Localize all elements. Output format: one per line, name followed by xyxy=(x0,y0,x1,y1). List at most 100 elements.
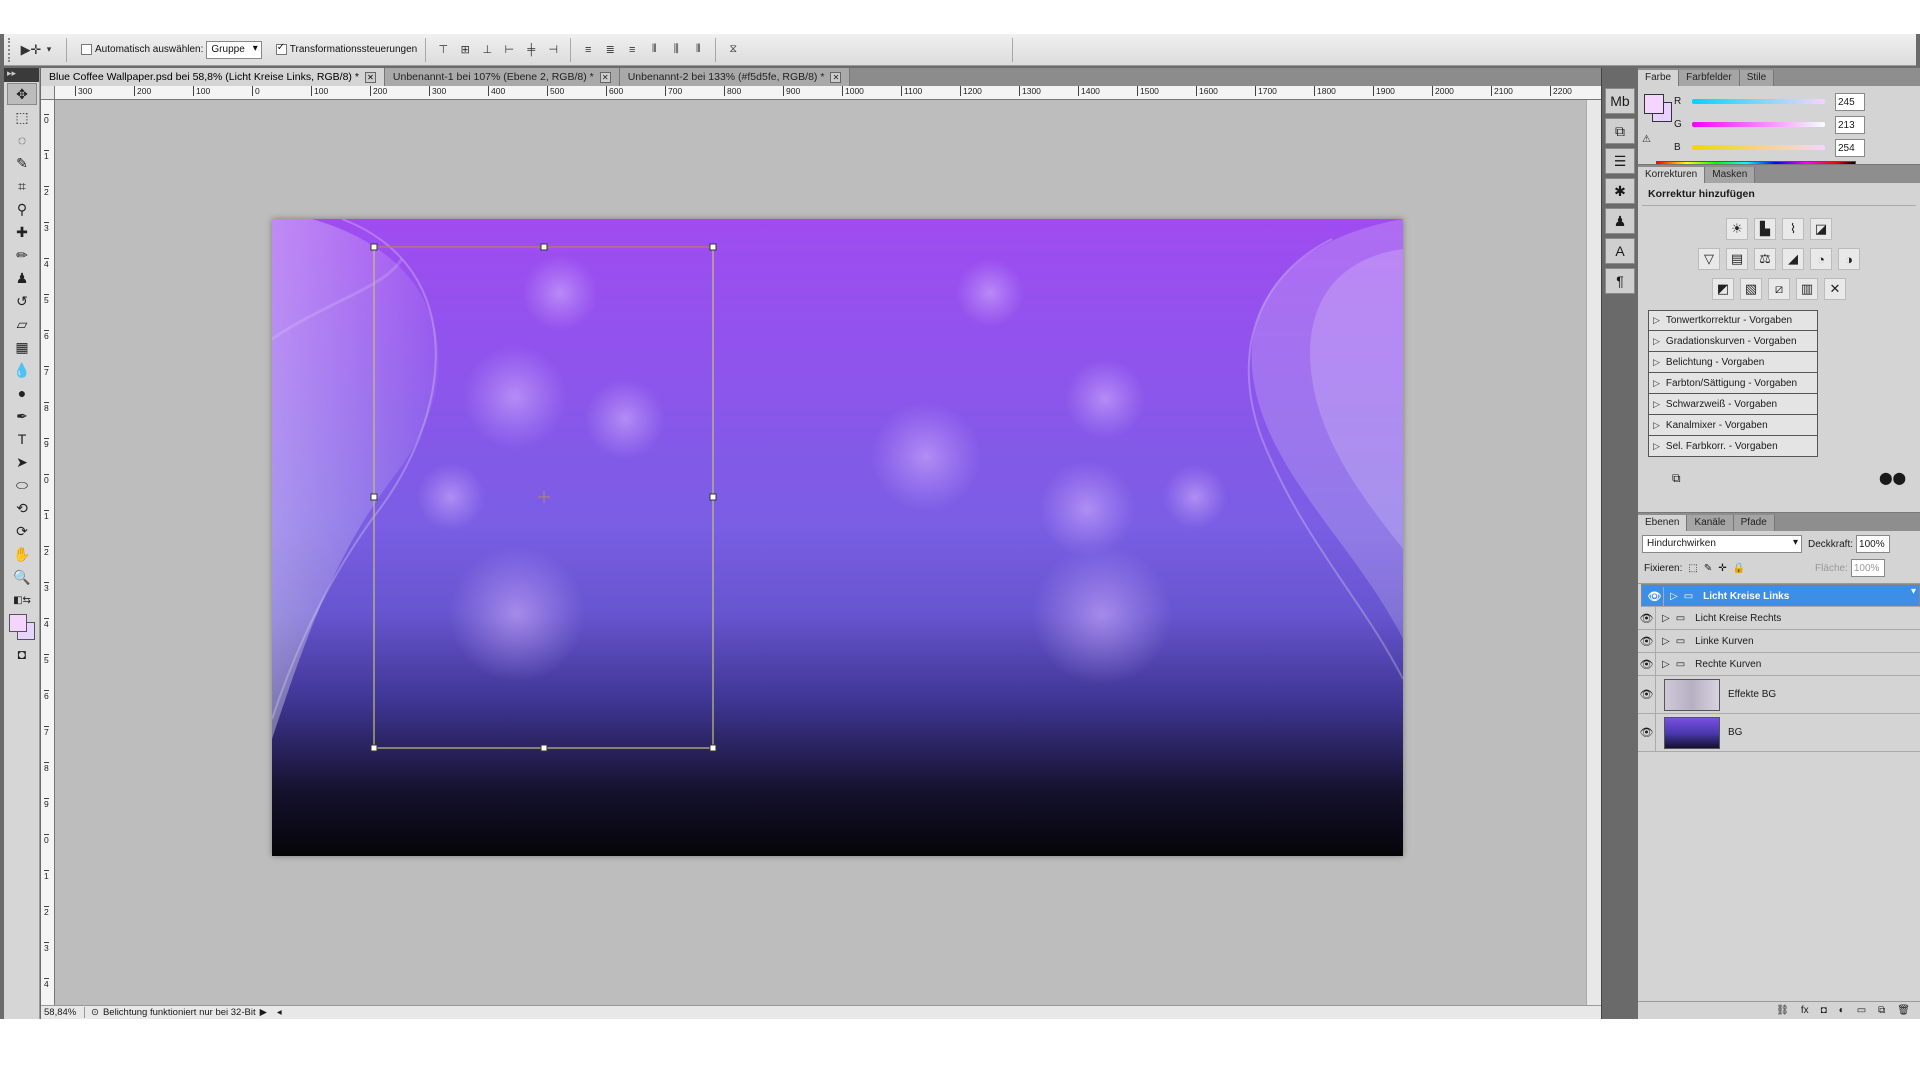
adjustments-sliders-icon[interactable]: ☰ xyxy=(1605,148,1635,174)
layer-row[interactable]: 👁 ▷ ▭ Licht Kreise Rechts xyxy=(1638,607,1920,630)
close-tab-icon[interactable]: ✕ xyxy=(830,71,842,83)
lock-all-icon[interactable]: 🔒 xyxy=(1733,563,1745,574)
preset-item[interactable]: ▷ Gradationskurven - Vorgaben xyxy=(1648,331,1818,352)
expand-triangle-icon[interactable]: ▷ xyxy=(1653,399,1660,410)
expand-triangle-icon[interactable]: ▷ xyxy=(1653,357,1660,368)
layer-style-icon[interactable]: fx xyxy=(1801,1005,1809,1016)
blue-value-input[interactable]: 254 xyxy=(1835,138,1865,157)
layer-row[interactable]: 👁 ▷ ▭ Linke Kurven xyxy=(1638,630,1920,653)
layer-row[interactable]: 👁 ▷ ▭ Licht Kreise Links xyxy=(1641,584,1920,607)
transform-controls-checkbox[interactable] xyxy=(275,42,287,55)
layer-name[interactable]: Licht Kreise Links xyxy=(1703,591,1789,602)
layer-name[interactable]: Effekte BG xyxy=(1728,689,1776,700)
options-grip[interactable] xyxy=(8,37,16,62)
hue-saturation-icon[interactable]: ▤ xyxy=(1726,248,1748,270)
preset-item[interactable]: ▷ Farbton/Sättigung - Vorgaben xyxy=(1648,373,1818,394)
new-group-icon[interactable]: ▭ xyxy=(1857,1005,1866,1016)
clone-source-icon[interactable]: ♟ xyxy=(1605,208,1635,234)
ellipse-tool-icon[interactable]: ⬭ xyxy=(7,474,37,496)
expand-triangle-icon[interactable]: ▷ xyxy=(1653,315,1660,326)
expand-triangle-icon[interactable]: ▷ xyxy=(1662,636,1670,647)
channel-mixer-icon[interactable]: ◑ xyxy=(1838,248,1860,270)
healing-brush-tool-icon[interactable]: ✚ xyxy=(7,221,37,243)
tool-preset-dropdown-icon[interactable]: ▾ xyxy=(40,41,58,59)
preset-item[interactable]: ▷ Tonwertkorrektur - Vorgaben xyxy=(1648,310,1818,331)
expand-triangle-icon[interactable]: ▷ xyxy=(1662,613,1670,624)
auto-select-option[interactable]: Automatisch auswählen: Gruppe xyxy=(81,40,262,59)
visibility-eye-icon[interactable]: 👁 xyxy=(1638,607,1656,629)
tools-panel-header[interactable]: ▸▸ xyxy=(4,68,39,82)
auto-select-dropdown[interactable]: Gruppe xyxy=(206,40,262,59)
posterize-icon[interactable]: ▧ xyxy=(1740,278,1762,300)
color-balance-icon[interactable]: ⚖ xyxy=(1754,248,1776,270)
layer-row[interactable]: 👁 BG xyxy=(1638,714,1920,752)
canvas-viewport[interactable] xyxy=(55,100,1601,1005)
align-vcenter-icon[interactable]: ⊞ xyxy=(456,41,474,59)
pen-tool-icon[interactable]: ✒ xyxy=(7,405,37,427)
zoom-level[interactable]: 58,84% xyxy=(41,1007,85,1018)
expand-triangle-icon[interactable]: ▷ xyxy=(1670,591,1678,602)
quick-mask-icon[interactable]: ◘ xyxy=(7,643,37,665)
align-hcenter-icon[interactable]: ╪ xyxy=(522,41,540,59)
align-top-icon[interactable]: ⊤ xyxy=(434,41,452,59)
visibility-eye-icon[interactable]: 👁 xyxy=(1638,676,1656,713)
eyedropper-tool-icon[interactable]: ⚲ xyxy=(7,198,37,220)
visibility-eye-icon[interactable]: 👁 xyxy=(1646,587,1664,606)
visibility-eye-icon[interactable]: 👁 xyxy=(1638,653,1656,675)
tab-kanaele[interactable]: Kanäle xyxy=(1687,515,1734,531)
horizontal-ruler[interactable]: 300 200 100 0 100 200 300 400 500 600 700 800 900 100… xyxy=(55,86,1601,100)
clone-stamp-tool-icon[interactable]: ♟ xyxy=(7,267,37,289)
foreground-color-swatch[interactable] xyxy=(9,614,27,632)
tab-pfade[interactable]: Pfade xyxy=(1733,515,1775,531)
curves-icon[interactable]: ⌇ xyxy=(1782,218,1804,240)
link-layers-icon[interactable]: ⛓ xyxy=(1776,1005,1789,1016)
path-selection-tool-icon[interactable]: ➤ xyxy=(7,451,37,473)
move-tool-icon[interactable]: ▶✛ xyxy=(21,41,42,59)
minibridge-icon[interactable]: Mb xyxy=(1605,88,1635,114)
layer-name[interactable]: Rechte Kurven xyxy=(1695,659,1761,670)
move-tool-icon[interactable]: ✥ xyxy=(7,83,37,105)
align-right-icon[interactable]: ⊣ xyxy=(544,41,562,59)
layer-name[interactable]: Linke Kurven xyxy=(1695,636,1753,647)
black-white-icon[interactable]: ◢ xyxy=(1782,248,1804,270)
dodge-tool-icon[interactable]: ● xyxy=(7,382,37,404)
ruler-origin[interactable] xyxy=(41,86,55,100)
blue-slider[interactable] xyxy=(1692,145,1825,150)
clip-to-layer-icon[interactable]: ⧉ xyxy=(1672,471,1681,486)
document-tab[interactable]: Unbenannt-1 bei 107% (Ebene 2, RGB/8) * … xyxy=(384,68,620,86)
history-icon[interactable]: ⧉ xyxy=(1605,118,1635,144)
foreground-color-swatch[interactable] xyxy=(1644,94,1664,114)
invert-icon[interactable]: ◩ xyxy=(1712,278,1734,300)
red-value-input[interactable]: 245 xyxy=(1835,92,1865,111)
lock-transparent-icon[interactable]: ⬚ xyxy=(1688,563,1697,574)
expand-triangle-icon[interactable]: ▷ xyxy=(1653,420,1660,431)
character-icon[interactable]: A xyxy=(1605,238,1635,264)
expand-triangle-icon[interactable]: ▷ xyxy=(1653,441,1660,452)
paragraph-icon[interactable]: ¶ xyxy=(1605,268,1635,294)
opacity-input[interactable]: 100% xyxy=(1856,535,1891,553)
default-colors-icon[interactable]: ◧⇆ xyxy=(7,589,37,611)
distribute-bottom-icon[interactable]: ≡ xyxy=(623,41,641,59)
levels-icon[interactable]: ▙ xyxy=(1754,218,1776,240)
status-menu-arrow-icon[interactable]: ▶ xyxy=(260,1007,267,1018)
red-slider[interactable] xyxy=(1692,99,1825,104)
document-tab[interactable]: Blue Coffee Wallpaper.psd bei 58,8% (Lic… xyxy=(41,68,385,86)
preset-item[interactable]: ▷ Schwarzweiß - Vorgaben xyxy=(1648,394,1818,415)
vertical-scrollbar[interactable] xyxy=(1586,100,1601,1005)
expand-triangle-icon[interactable]: ▷ xyxy=(1653,378,1660,389)
delete-layer-icon[interactable]: 🗑 xyxy=(1897,1005,1910,1016)
image-canvas[interactable] xyxy=(272,219,1403,856)
scroll-left-icon[interactable]: ◂ xyxy=(277,1007,282,1018)
tab-korrekturen[interactable]: Korrekturen xyxy=(1638,167,1706,183)
lock-pixels-icon[interactable]: ✎ xyxy=(1704,563,1712,574)
gamut-warning-icon[interactable]: ⚠ xyxy=(1642,134,1651,145)
layer-name[interactable]: Licht Kreise Rechts xyxy=(1695,613,1781,624)
photo-filter-icon[interactable]: ◔ xyxy=(1810,248,1832,270)
green-slider[interactable] xyxy=(1692,122,1825,127)
tab-masken[interactable]: Masken xyxy=(1705,167,1756,183)
expand-triangle-icon[interactable]: ▷ xyxy=(1662,659,1670,670)
tab-ebenen[interactable]: Ebenen xyxy=(1638,515,1688,531)
3d-rotate-tool-icon[interactable]: ⟲ xyxy=(7,497,37,519)
document-tab[interactable]: Unbenannt-2 bei 133% (#f5d5fe, RGB/8) * … xyxy=(619,68,851,86)
selective-color-icon[interactable]: ✕ xyxy=(1824,278,1846,300)
